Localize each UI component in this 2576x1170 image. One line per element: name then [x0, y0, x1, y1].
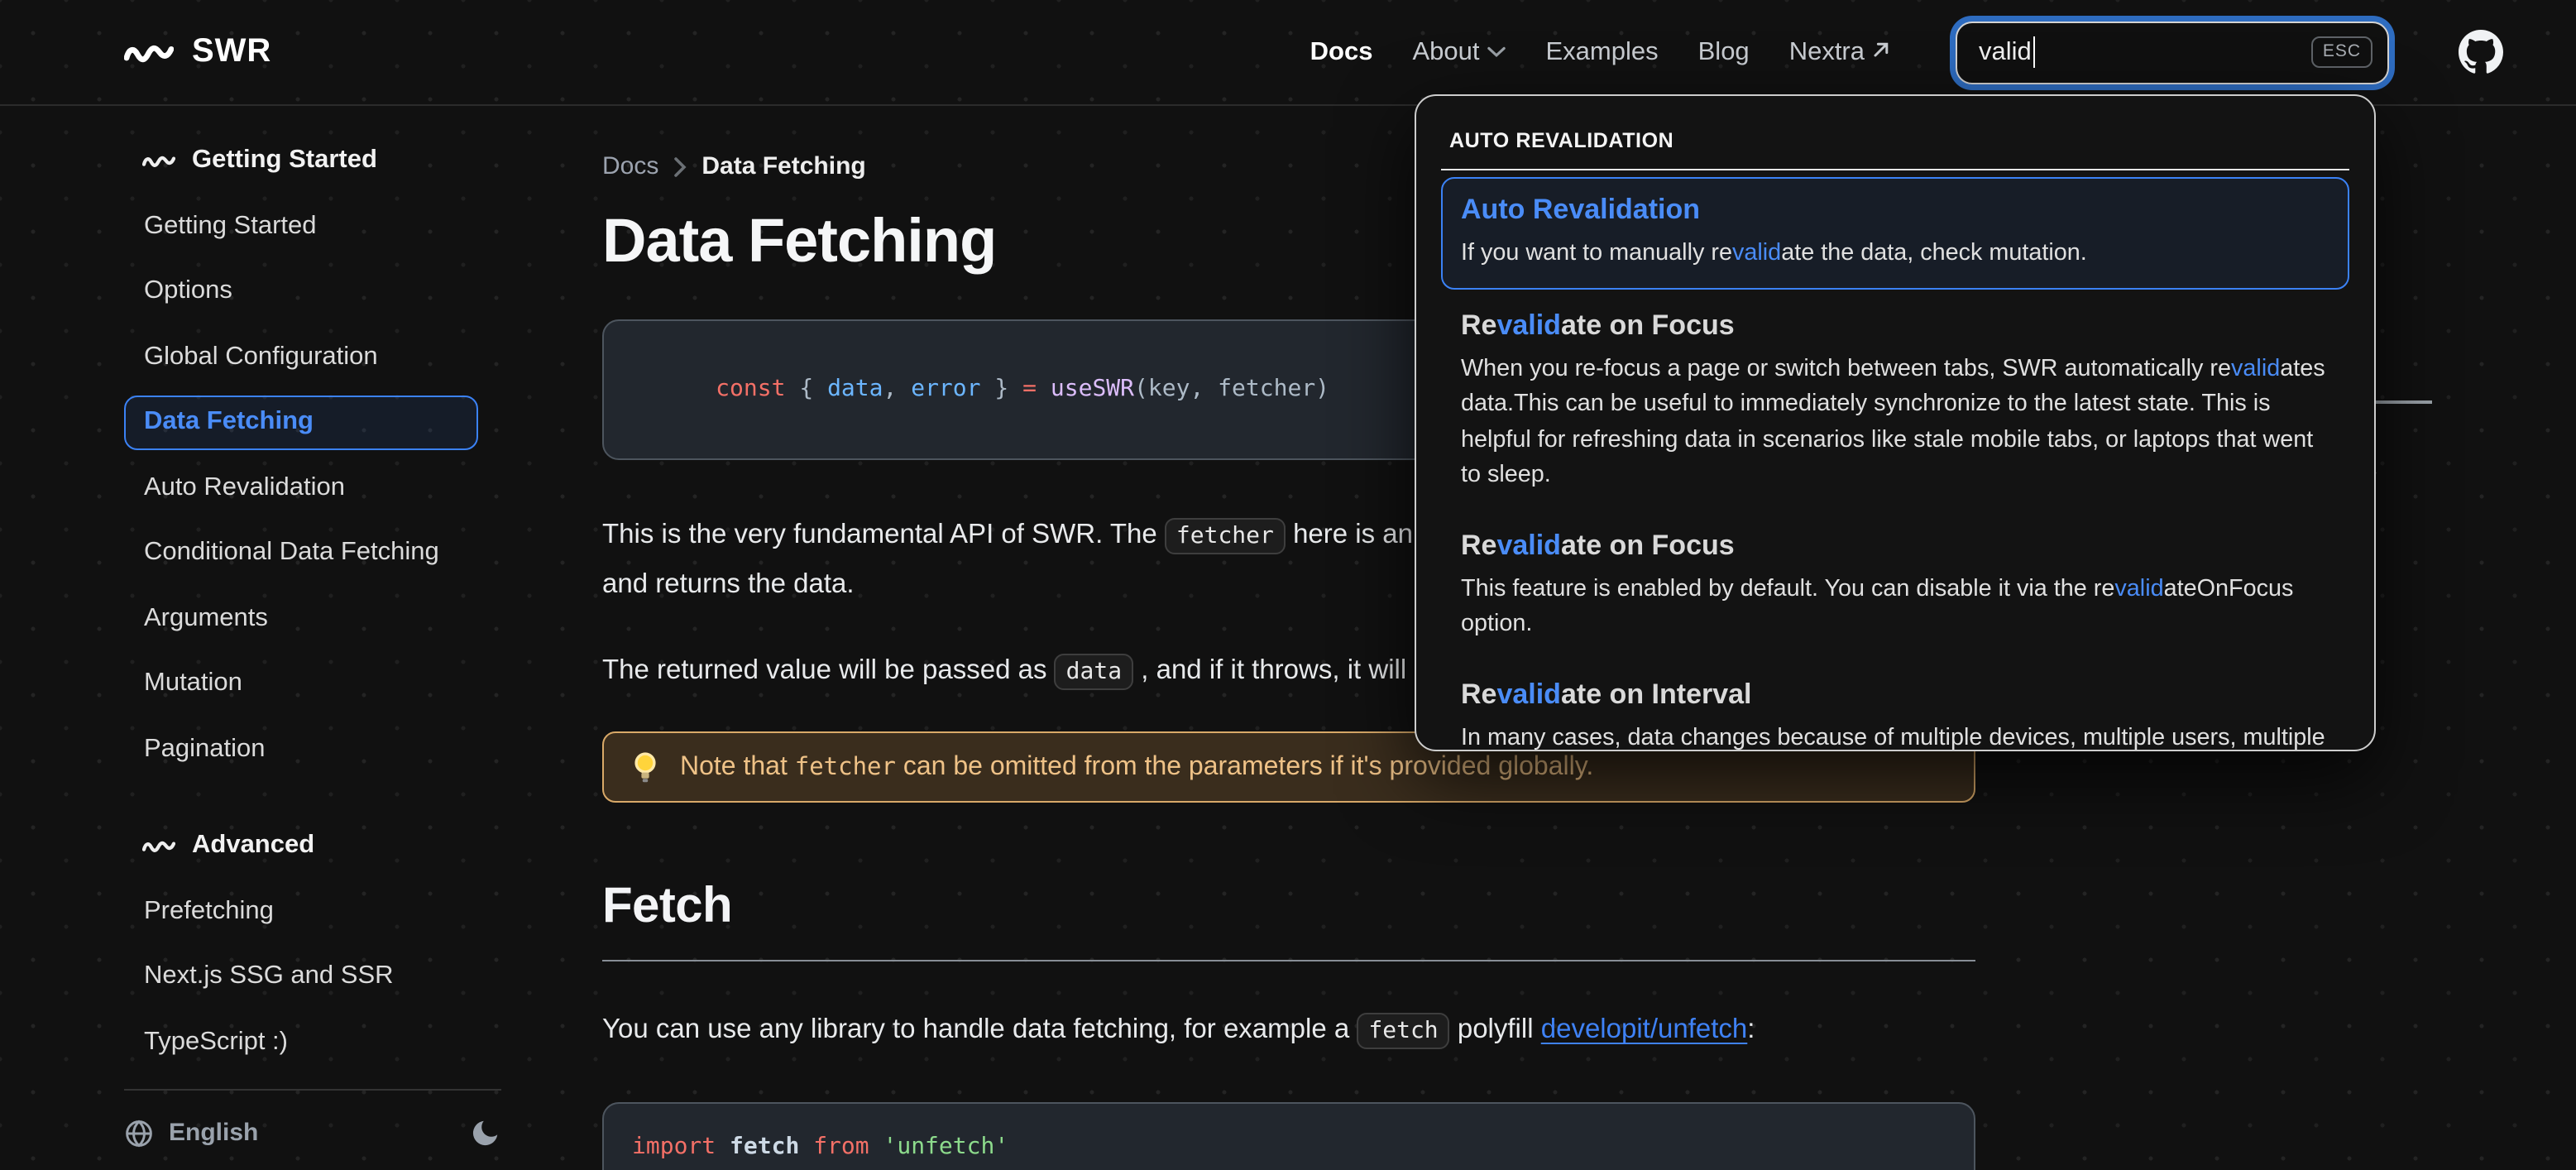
sidebar-section-label: Getting Started: [192, 146, 377, 174]
sidebar-item-arguments[interactable]: Arguments: [124, 591, 478, 645]
sidebar-divider: [124, 1089, 501, 1091]
sidebar-item-prefetching[interactable]: Prefetching: [124, 884, 478, 938]
search-result-revalidate-on-focus-2[interactable]: Revalidate on Focus This feature is enab…: [1441, 514, 2349, 658]
nav-link-examples[interactable]: Examples: [1546, 37, 1659, 67]
lightbulb-icon: [632, 749, 658, 785]
search-result-title: Revalidate on Focus: [1461, 529, 1735, 560]
search-result-description: If you want to manually revalidate the d…: [1461, 240, 2087, 266]
search-value-text: valid: [1979, 37, 2032, 65]
breadcrumb-current: Data Fetching: [701, 152, 866, 180]
paragraph-fetch-library: You can use any library to handle data f…: [602, 1006, 1975, 1056]
note-callout-text: Note that fetcher can be omitted from th…: [680, 752, 1594, 780]
sidebar-item-global-configuration[interactable]: Global Configuration: [124, 329, 478, 384]
sidebar-item-nextjs-ssg-ssr[interactable]: Next.js SSG and SSR: [124, 949, 478, 1004]
sidebar-item-conditional-data-fetching[interactable]: Conditional Data Fetching: [124, 525, 478, 580]
sidebar-item-data-fetching[interactable]: Data Fetching: [124, 395, 478, 449]
code-line: import fetch from 'unfetch': [632, 1134, 1009, 1160]
nav-link-nextra[interactable]: Nextra: [1789, 37, 1889, 67]
nav-link-about-label: About: [1412, 37, 1480, 65]
chevron-right-icon: [673, 156, 687, 176]
search-results-list: Auto Revalidation If you want to manuall…: [1441, 177, 2349, 750]
search-result-title: Revalidate on Focus: [1461, 309, 1735, 340]
language-label: English: [169, 1119, 259, 1147]
code-block-unfetch[interactable]: import fetch from 'unfetch' const fetche…: [602, 1102, 1975, 1170]
nav-link-blog[interactable]: Blog: [1698, 37, 1750, 67]
nav-links: Docs About Examples Blog Nextra valid ES…: [1310, 21, 2503, 84]
search-input[interactable]: valid ESC: [1956, 21, 2389, 84]
sidebar-item-mutation[interactable]: Mutation: [124, 656, 478, 711]
search-section-divider: [1441, 169, 2349, 170]
github-icon[interactable]: [2459, 30, 2503, 74]
nav-link-nextra-label: Nextra: [1788, 37, 1865, 65]
search-result-title: Auto Revalidation: [1461, 194, 1701, 225]
search-result-title: Revalidate on Interval: [1461, 678, 1752, 709]
wave-icon: [142, 837, 175, 854]
search-results-dropdown: AUTO REVALIDATION Auto Revalidation If y…: [1415, 94, 2376, 751]
chevron-down-icon: [1487, 46, 1506, 58]
search-section-header: AUTO REVALIDATION: [1449, 129, 1674, 152]
language-selector[interactable]: English: [124, 1118, 258, 1148]
external-link-icon: [1873, 41, 1889, 57]
search-value: valid: [1979, 36, 2036, 68]
sidebar-section-getting-started: Getting Started: [142, 146, 501, 175]
search-result-description: When you re-focus a page or switch betwe…: [1461, 355, 2325, 488]
search-result-description: This feature is enabled by default. You …: [1461, 575, 2294, 637]
nav-link-docs[interactable]: Docs: [1310, 37, 1373, 67]
sidebar-item-options[interactable]: Options: [124, 264, 478, 319]
sidebar: Getting Started Getting Started Options …: [124, 106, 501, 1148]
code-line: const { data, error } = useSWR(key, fetc…: [716, 376, 1330, 402]
wave-icon: [142, 152, 175, 169]
nav-link-about[interactable]: About: [1412, 37, 1506, 67]
search-result-auto-revalidation[interactable]: Auto Revalidation If you want to manuall…: [1441, 177, 2349, 289]
sidebar-item-auto-revalidation[interactable]: Auto Revalidation: [124, 460, 478, 515]
section-title-fetch: Fetch: [602, 879, 1975, 961]
brand-name: SWR: [192, 33, 272, 70]
search-result-revalidate-on-focus-1[interactable]: Revalidate on Focus When you re-focus a …: [1441, 294, 2349, 509]
search-result-revalidate-on-interval[interactable]: Revalidate on Interval In many cases, da…: [1441, 663, 2349, 750]
search-result-description: In many cases, data changes because of m…: [1461, 724, 2325, 750]
sidebar-section-label: Advanced: [192, 831, 315, 859]
navbar: SWR Docs About Examples Blog Nextra vali…: [0, 0, 2576, 106]
sidebar-footer: English: [124, 1117, 501, 1148]
swr-wave-icon: [124, 40, 174, 65]
sidebar-item-getting-started[interactable]: Getting Started: [124, 199, 478, 253]
swr-logo[interactable]: SWR: [124, 33, 271, 71]
breadcrumb-docs[interactable]: Docs: [602, 152, 658, 180]
sidebar-item-typescript[interactable]: TypeScript :): [124, 1014, 478, 1069]
esc-kbd-badge: ESC: [2310, 36, 2373, 68]
sidebar-item-pagination[interactable]: Pagination: [124, 722, 478, 776]
globe-icon: [124, 1118, 154, 1148]
moon-icon[interactable]: [470, 1117, 501, 1148]
text-caret: [2033, 36, 2036, 68]
sidebar-section-advanced: Advanced: [142, 831, 501, 861]
page: SWR Docs About Examples Blog Nextra vali…: [0, 0, 2576, 1170]
